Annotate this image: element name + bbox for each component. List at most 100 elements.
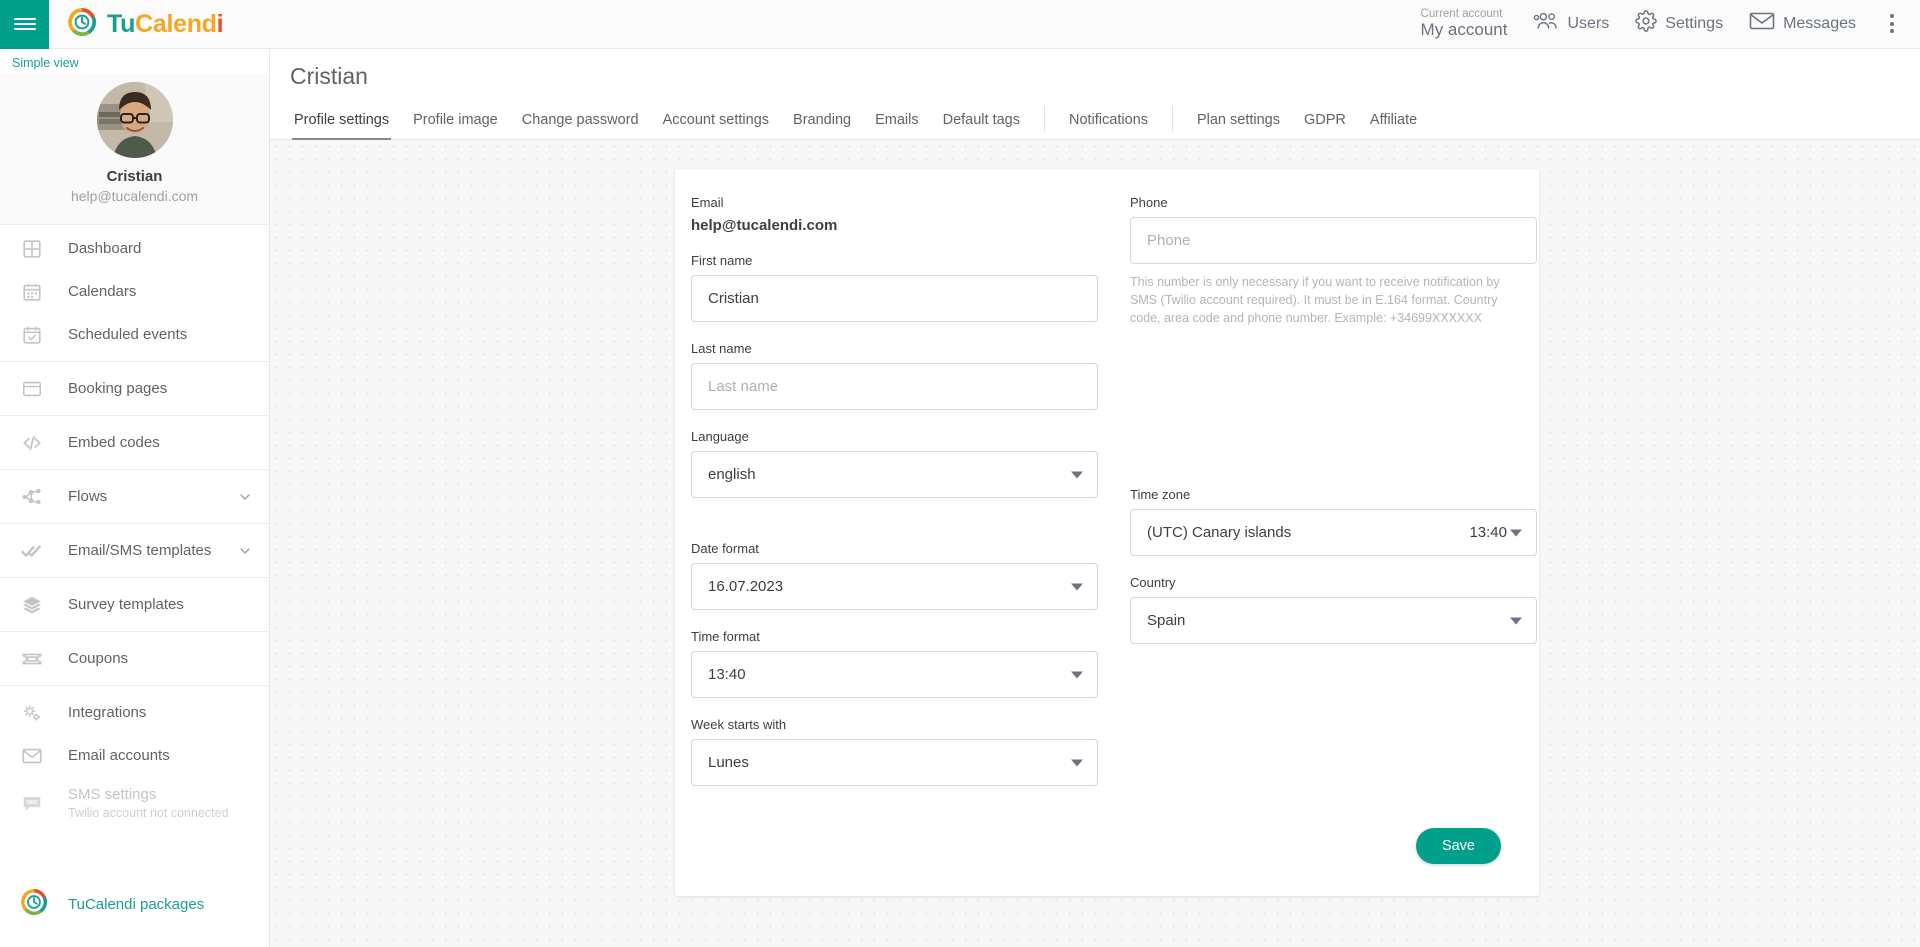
tucalendi-packages-label: TuCalendi packages (68, 896, 205, 913)
simple-view-toggle[interactable]: Simple view (0, 49, 269, 74)
current-account-value: My account (1420, 20, 1508, 40)
sidebar-item-email-accounts[interactable]: Email accounts (0, 734, 269, 777)
last-name-field[interactable] (691, 363, 1098, 410)
country-group: Country Spain (1130, 575, 1537, 645)
gear-icon (1635, 10, 1658, 37)
brand-logo[interactable]: TuCalendi (67, 7, 224, 42)
page-title: Cristian (290, 63, 368, 89)
sidebar-item-calendars[interactable]: Calendars (0, 270, 269, 313)
tab-separator (1043, 106, 1045, 132)
current-account-switcher[interactable]: Current account My account (1421, 8, 1508, 40)
sidebar-item-embed-codes[interactable]: Embed codes (0, 421, 269, 464)
settings-button[interactable]: Settings (1635, 10, 1723, 37)
language-group: Language english (691, 429, 1098, 498)
sidebar-divider (0, 361, 269, 362)
chevron-down-icon[interactable] (237, 489, 253, 505)
tucalendi-logo-icon (20, 888, 48, 921)
email-value: help@tucalendi.com (691, 217, 838, 234)
ticket-icon (20, 647, 44, 671)
sidebar-item-coupons[interactable]: Coupons (0, 637, 269, 680)
email-group: Email help@tucalendi.com (691, 195, 1098, 234)
tab-default-tags[interactable]: Default tags (931, 112, 1032, 139)
sidebar-item-label: SMS settings (68, 786, 157, 803)
chevron-down-icon (1510, 617, 1522, 625)
save-button[interactable]: Save (1415, 828, 1501, 864)
avatar[interactable] (96, 82, 173, 158)
hamburger-menu-button[interactable] (0, 0, 49, 49)
hamburger-menu-icon (13, 15, 36, 33)
tab-branding[interactable]: Branding (781, 112, 863, 139)
country-label: Country (1130, 575, 1176, 591)
tab-change-password[interactable]: Change password (510, 112, 651, 139)
sidebar-item-flows[interactable]: Flows (0, 475, 269, 518)
tab-account-settings[interactable]: Account settings (651, 112, 781, 139)
tab-separator (1171, 106, 1173, 132)
svg-text:SMS: SMS (26, 800, 38, 806)
envelope-icon (1749, 11, 1775, 36)
tab-bar: Profile settings Profile image Change pa… (270, 101, 1920, 140)
week-starts-select[interactable]: Lunes (691, 739, 1098, 786)
tab-plan-settings[interactable]: Plan settings (1185, 112, 1292, 139)
sidebar-nav: Dashboard Calendars Scheduled events Boo… (0, 225, 269, 829)
sidebar-item-label: Embed codes (68, 433, 160, 451)
tab-profile-settings[interactable]: Profile settings (282, 112, 401, 140)
users-button[interactable]: Users (1533, 11, 1609, 36)
brand-text: TuCalendi (107, 9, 224, 38)
messages-label: Messages (1783, 14, 1856, 32)
code-brackets-icon (20, 431, 44, 455)
date-format-select[interactable]: 16.07.2023 (691, 563, 1098, 610)
time-zone-label: Time zone (1130, 487, 1191, 503)
settings-label: Settings (1665, 14, 1724, 32)
sidebar-item-sms-settings: SMS SMS settings Twilio account not conn… (0, 777, 269, 829)
chevron-down-icon (1071, 583, 1083, 590)
chevron-down-icon[interactable] (237, 543, 253, 559)
last-name-label: Last name (691, 341, 752, 356)
time-format-value: 13:40 (708, 666, 746, 683)
date-format-group: Date format 16.07.2023 (691, 541, 1098, 610)
vertical-dots-icon[interactable] (1882, 8, 1902, 39)
tab-notifications[interactable]: Notifications (1057, 112, 1160, 139)
email-label: Email (691, 195, 724, 210)
form-column-right: Phone This number is only necessary if y… (1130, 195, 1537, 805)
week-starts-value: Lunes (708, 754, 749, 771)
calendar-icon (20, 280, 44, 304)
country-value: Spain (1147, 612, 1186, 630)
week-starts-group: Week starts with Lunes (691, 717, 1098, 786)
sidebar-item-label: Integrations (68, 703, 147, 721)
first-name-field[interactable] (691, 275, 1098, 322)
sidebar-item-sublabel: Twilio account not connected (68, 806, 229, 820)
sidebar-item-label: Email/SMS templates (68, 541, 212, 559)
dashboard-grid-icon (20, 237, 44, 261)
sidebar-item-email-sms-templates[interactable]: Email/SMS templates (0, 529, 269, 572)
language-select[interactable]: english (691, 451, 1098, 498)
tucalendi-packages-link[interactable]: TuCalendi packages (0, 872, 269, 947)
users-icon (1533, 11, 1559, 36)
flow-nodes-icon (20, 485, 44, 509)
sidebar-divider (0, 523, 269, 524)
time-format-select[interactable]: 13:40 (691, 651, 1098, 698)
country-select[interactable]: Spain (1130, 597, 1537, 645)
main-content: Cristian Profile settings Profile image … (270, 49, 1920, 947)
sidebar-item-survey-templates[interactable]: Survey templates (0, 583, 269, 626)
sidebar-divider (0, 469, 269, 470)
messages-button[interactable]: Messages (1749, 11, 1856, 36)
tab-emails[interactable]: Emails (863, 112, 931, 139)
tab-gdpr[interactable]: GDPR (1292, 112, 1358, 139)
profile-settings-card: Email help@tucalendi.com First name Last… (675, 169, 1539, 896)
sidebar-item-scheduled-events[interactable]: Scheduled events (0, 313, 269, 356)
tab-affiliate[interactable]: Affiliate (1358, 112, 1429, 139)
language-value: english (708, 466, 756, 483)
first-name-label: First name (691, 253, 753, 268)
sidebar-divider (0, 685, 269, 686)
sidebar-item-booking-pages[interactable]: Booking pages (0, 367, 269, 410)
tab-profile-image[interactable]: Profile image (401, 112, 510, 139)
form-column-left: Email help@tucalendi.com First name Last… (691, 195, 1098, 805)
phone-field[interactable] (1130, 217, 1537, 264)
phone-group: Phone This number is only necessary if y… (1130, 195, 1537, 327)
time-zone-select[interactable]: (UTC) Canary islands 13:40 (1130, 509, 1537, 557)
content-canvas: Email help@tucalendi.com First name Last… (270, 140, 1920, 947)
sidebar-divider (0, 577, 269, 578)
week-starts-label: Week starts with (691, 717, 787, 732)
sidebar-item-integrations[interactable]: Integrations (0, 691, 269, 734)
sidebar-item-dashboard[interactable]: Dashboard (0, 227, 269, 270)
